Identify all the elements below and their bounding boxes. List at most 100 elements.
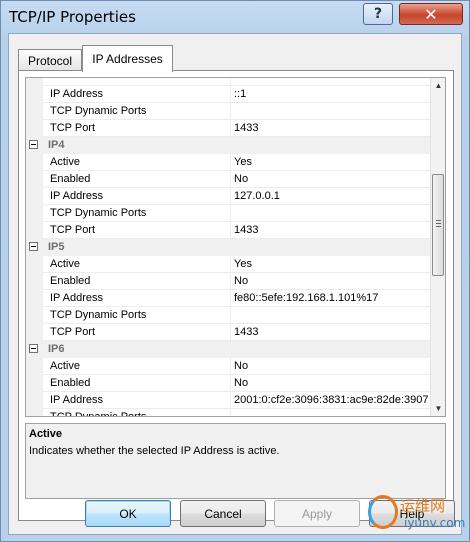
property-row[interactable]: Active Yes: [26, 154, 433, 171]
ok-button[interactable]: OK: [85, 500, 171, 527]
property-name: [43, 78, 231, 86]
property-name: TCP Port: [43, 222, 231, 239]
ip-addresses-tab-panel: IP Address::1 TCP Dynamic Ports TCP Port 14…: [18, 70, 454, 521]
property-name: IP Address: [43, 86, 231, 103]
tcpip-properties-window: TCP/IP Properties ? ✕ Protocol IP Addres…: [0, 0, 470, 542]
property-value[interactable]: fe80::5efe:192.168.1.101%17: [231, 290, 433, 307]
property-row[interactable]: IP Address fe80::5efe:192.168.1.101%17: [26, 290, 433, 307]
row-gutter: [26, 307, 43, 324]
row-gutter: [26, 154, 43, 171]
grip-line: [436, 220, 441, 221]
cancel-button[interactable]: Cancel: [180, 500, 266, 527]
property-value[interactable]: Yes: [231, 154, 433, 171]
property-row[interactable]: Enabled No: [26, 171, 433, 188]
category-label: IP5: [48, 241, 65, 253]
property-row[interactable]: Active Yes: [26, 256, 433, 273]
property-name: Active: [43, 154, 231, 171]
property-row[interactable]: Active No: [26, 358, 433, 375]
property-name: TCP Port: [43, 120, 231, 137]
property-value[interactable]: No: [231, 375, 433, 392]
property-name: TCP Dynamic Ports: [43, 409, 231, 416]
grip-line: [436, 226, 441, 227]
row-gutter: [26, 78, 43, 86]
property-value[interactable]: 2001:0:cf2e:3096:3831:ac9e:82de:3907: [231, 392, 433, 409]
property-row[interactable]: IP Address 2001:0:cf2e:3096:3831:ac9e:82d…: [26, 392, 433, 409]
description-panel: Active Indicates whether the selected IP…: [25, 423, 446, 499]
row-gutter: [26, 358, 43, 375]
property-row[interactable]: TCP Dynamic Ports: [26, 205, 433, 222]
property-row[interactable]: TCP Dynamic Ports: [26, 409, 433, 416]
property-name: IP Address: [43, 188, 231, 205]
title-bar[interactable]: TCP/IP Properties ? ✕: [1, 1, 469, 35]
tab-ip-addresses[interactable]: IP Addresses: [82, 45, 173, 72]
row-gutter: [26, 86, 43, 103]
property-name: TCP Dynamic Ports: [43, 307, 231, 324]
property-value[interactable]: 1433: [231, 324, 433, 341]
collapse-icon[interactable]: [29, 242, 38, 251]
property-row[interactable]: [26, 78, 433, 86]
vertical-scrollbar[interactable]: ▲ ▼: [430, 78, 445, 416]
scrollbar-thumb[interactable]: [432, 174, 444, 276]
property-value[interactable]: 1433: [231, 222, 433, 239]
row-gutter: [26, 375, 43, 392]
property-row[interactable]: IP Address::1: [26, 86, 433, 103]
property-row[interactable]: TCP Dynamic Ports: [26, 307, 433, 324]
watermark: 运维网 iyunv.com: [366, 491, 470, 541]
property-row[interactable]: TCP Dynamic Ports: [26, 103, 433, 120]
description-title: Active: [29, 428, 63, 440]
property-name: Enabled: [43, 273, 231, 290]
watermark-cn-text: 运维网: [400, 497, 446, 515]
row-gutter: [26, 103, 43, 120]
property-name: IP Address: [43, 392, 231, 409]
scroll-down-arrow-icon[interactable]: ▼: [431, 401, 445, 416]
tab-protocol[interactable]: Protocol: [18, 49, 82, 71]
grip-line: [436, 223, 441, 224]
property-value[interactable]: Yes: [231, 256, 433, 273]
collapse-icon[interactable]: [29, 140, 38, 149]
property-grid-rows: IP Address::1 TCP Dynamic Ports TCP Port 14…: [26, 78, 433, 416]
property-name: Enabled: [43, 375, 231, 392]
category-label: IP6: [48, 343, 65, 355]
property-row[interactable]: TCP Port 1433: [26, 222, 433, 239]
collapse-icon[interactable]: [29, 344, 38, 353]
property-value[interactable]: No: [231, 358, 433, 375]
property-row[interactable]: Enabled No: [26, 375, 433, 392]
property-row[interactable]: IP Address 127.0.0.1: [26, 188, 433, 205]
row-gutter: [26, 392, 43, 409]
row-gutter: [26, 409, 43, 416]
property-row[interactable]: Enabled No: [26, 273, 433, 290]
category-label: IP4: [48, 139, 65, 151]
row-gutter: [26, 205, 43, 222]
row-gutter: [26, 188, 43, 205]
property-value[interactable]: [231, 205, 433, 222]
row-gutter: [26, 222, 43, 239]
property-value[interactable]: 127.0.0.1: [231, 188, 433, 205]
close-icon: ✕: [424, 4, 438, 24]
property-value[interactable]: ::1: [231, 86, 433, 103]
watermark-en-text: iyunv.com: [404, 516, 466, 530]
category-row[interactable]: IP6: [26, 341, 430, 358]
property-value[interactable]: No: [231, 171, 433, 188]
apply-button[interactable]: Apply: [274, 500, 360, 527]
row-gutter: [26, 171, 43, 188]
window-title: TCP/IP Properties: [9, 8, 136, 26]
property-value[interactable]: [231, 307, 433, 324]
property-value[interactable]: No: [231, 273, 433, 290]
property-value[interactable]: [231, 409, 433, 416]
property-value[interactable]: 1433: [231, 120, 433, 137]
property-grid: IP Address::1 TCP Dynamic Ports TCP Port 14…: [25, 77, 446, 417]
category-row[interactable]: IP5: [26, 239, 430, 256]
close-title-button[interactable]: ✕: [399, 3, 463, 25]
property-name: TCP Dynamic Ports: [43, 205, 231, 222]
description-text: Indicates whether the selected IP Addres…: [29, 445, 280, 457]
property-name: Active: [43, 256, 231, 273]
property-row[interactable]: TCP Port 1433: [26, 120, 433, 137]
property-name: IP Address: [43, 290, 231, 307]
scroll-up-arrow-icon[interactable]: ▲: [431, 78, 445, 93]
category-row[interactable]: IP4: [26, 137, 430, 154]
help-title-button[interactable]: ?: [363, 3, 393, 25]
row-gutter: [26, 290, 43, 307]
property-value[interactable]: [231, 103, 433, 120]
property-value[interactable]: [231, 78, 433, 86]
property-row[interactable]: TCP Port 1433: [26, 324, 433, 341]
